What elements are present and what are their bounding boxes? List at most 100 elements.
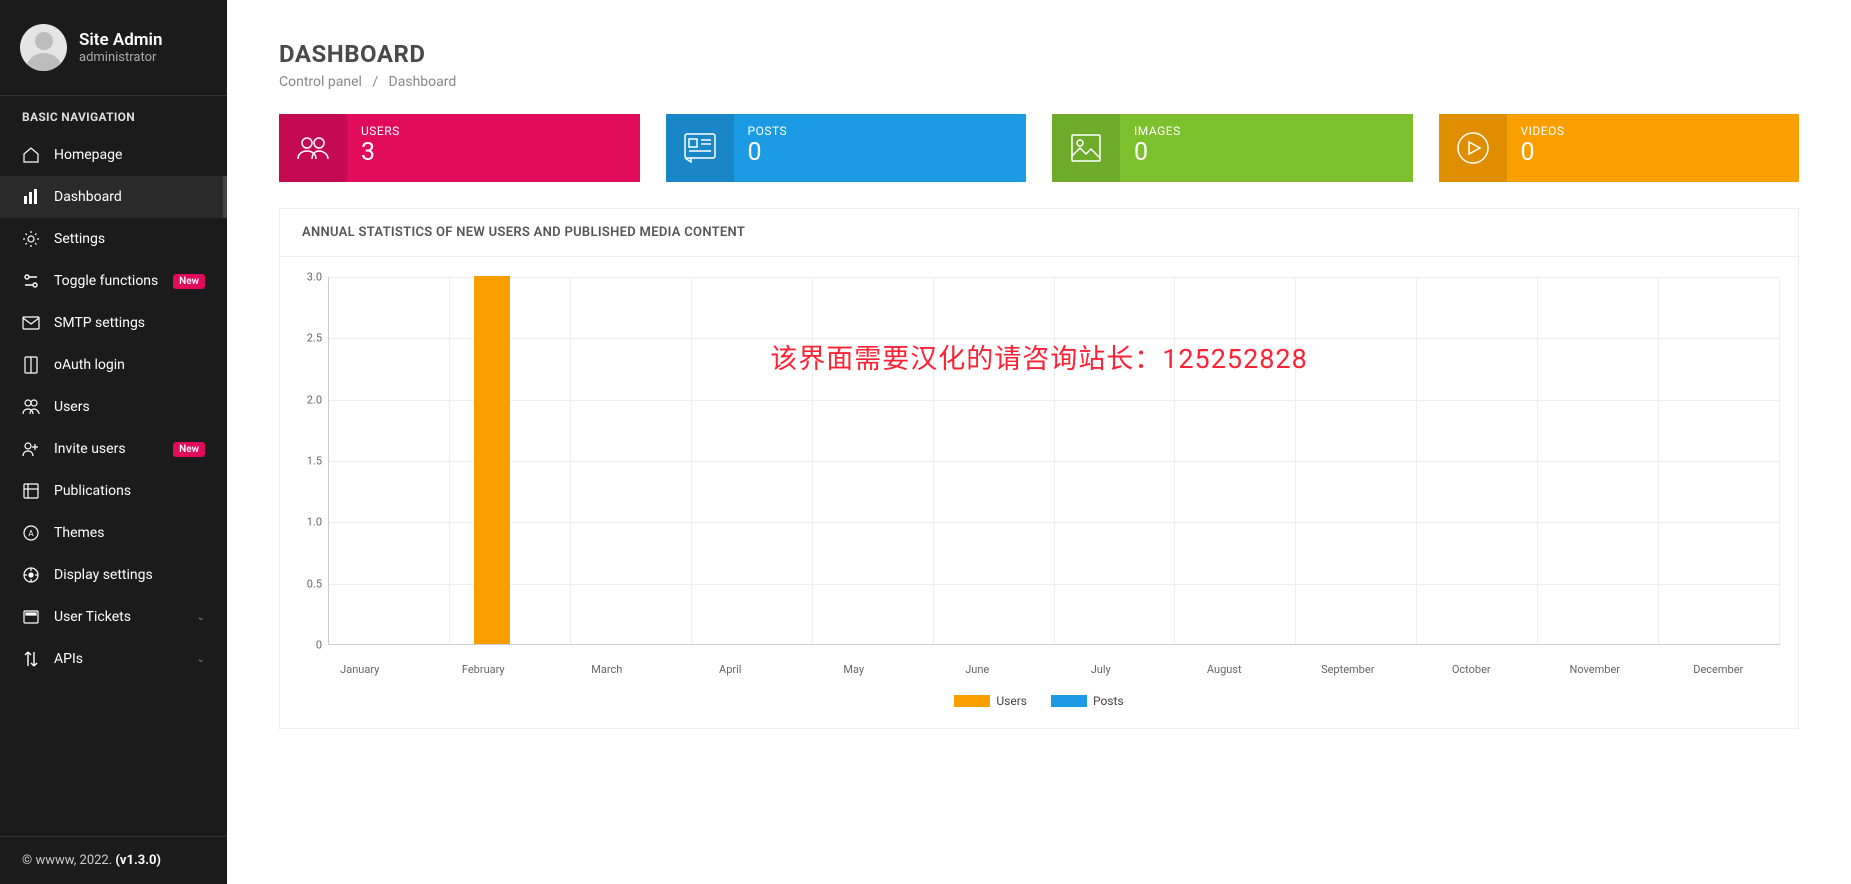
month-col bbox=[813, 277, 934, 644]
stats-row: USERS3 POSTS0 IMAGES0 VIDEOS0 bbox=[279, 114, 1799, 182]
nav-label: Toggle functions bbox=[54, 273, 159, 289]
x-label: January bbox=[298, 657, 422, 676]
x-label: December bbox=[1657, 657, 1781, 676]
users-icon bbox=[279, 114, 347, 182]
month-col bbox=[934, 277, 1055, 644]
main-content: DASHBOARD Control panel / Dashboard USER… bbox=[227, 0, 1851, 884]
nav-label: APIs bbox=[54, 651, 183, 667]
stat-users-value: 3 bbox=[361, 138, 626, 168]
nav-scroll[interactable]: Homepage Dashboard Settings Toggle function… bbox=[0, 134, 227, 836]
breadcrumb-current: Dashboard bbox=[389, 74, 457, 90]
videos-icon bbox=[1439, 114, 1507, 182]
sidebar-item-toggle-functions[interactable]: Toggle functionsNew bbox=[0, 260, 227, 302]
posts-icon bbox=[666, 114, 734, 182]
panel-title: ANNUAL STATISTICS OF NEW USERS AND PUBLI… bbox=[280, 209, 1798, 257]
month-col bbox=[329, 277, 450, 644]
x-label: March bbox=[545, 657, 669, 676]
y-tick: 3.0 bbox=[307, 271, 322, 284]
chart-panel: ANNUAL STATISTICS OF NEW USERS AND PUBLI… bbox=[279, 208, 1799, 729]
x-label: October bbox=[1410, 657, 1534, 676]
sidebar-item-oauth-login[interactable]: oAuth login bbox=[0, 344, 227, 386]
stat-card-images[interactable]: IMAGES0 bbox=[1052, 114, 1413, 182]
nav-label: Publications bbox=[54, 483, 205, 499]
y-tick: 2.5 bbox=[307, 332, 322, 345]
stat-card-posts[interactable]: POSTS0 bbox=[666, 114, 1027, 182]
stat-card-videos[interactable]: VIDEOS0 bbox=[1439, 114, 1800, 182]
footer-copyright: © wwww, 2022. bbox=[22, 853, 115, 868]
nav-label: Users bbox=[54, 399, 205, 415]
breadcrumb-control-panel[interactable]: Control panel bbox=[279, 74, 362, 90]
nav-label: SMTP settings bbox=[54, 315, 205, 331]
nav-badge: New bbox=[173, 442, 205, 457]
month-col bbox=[450, 277, 571, 644]
x-label: July bbox=[1039, 657, 1163, 676]
profile-block[interactable]: Site Admin administrator bbox=[0, 0, 227, 96]
legend-users[interactable]: Users bbox=[954, 694, 1027, 708]
profile-name: Site Admin bbox=[79, 30, 162, 50]
nav-label: Display settings bbox=[54, 567, 205, 583]
stat-posts-value: 0 bbox=[748, 138, 1013, 168]
sidebar-item-user-tickets[interactable]: User Tickets ⌄ bbox=[0, 596, 227, 638]
stat-users-label: USERS bbox=[361, 124, 626, 138]
month-col bbox=[692, 277, 813, 644]
stat-videos-value: 0 bbox=[1521, 138, 1786, 168]
x-label: September bbox=[1286, 657, 1410, 676]
svg-text:A: A bbox=[28, 529, 34, 538]
chevron-down-icon: ⌄ bbox=[197, 612, 205, 623]
nav-heading: BASIC NAVIGATION bbox=[0, 96, 227, 134]
breadcrumb-sep: / bbox=[372, 74, 378, 90]
stat-images-value: 0 bbox=[1134, 138, 1399, 168]
images-icon bbox=[1052, 114, 1120, 182]
nav-label: Invite users bbox=[54, 441, 159, 457]
sidebar-item-dashboard[interactable]: Dashboard bbox=[0, 176, 227, 218]
chevron-down-icon: ⌄ bbox=[197, 654, 205, 665]
nav-label: Settings bbox=[54, 231, 205, 247]
x-label: April bbox=[669, 657, 793, 676]
month-col bbox=[1296, 277, 1417, 644]
profile-role: administrator bbox=[79, 50, 162, 65]
y-tick: 0 bbox=[316, 639, 322, 652]
footer-version: (v1.3.0) bbox=[115, 853, 161, 868]
watermark-text: 该界面需要汉化的请咨询站长：125252828 bbox=[770, 337, 1308, 376]
x-label: February bbox=[422, 657, 546, 676]
x-label: May bbox=[792, 657, 916, 676]
sidebar-item-invite-users[interactable]: Invite users New bbox=[0, 428, 227, 470]
footer: © wwww, 2022. (v1.3.0) bbox=[0, 836, 227, 884]
y-tick: 1.0 bbox=[307, 516, 322, 529]
stat-posts-label: POSTS bbox=[748, 124, 1013, 138]
sidebar-item-display-settings[interactable]: Display settings bbox=[0, 554, 227, 596]
bar-users[interactable] bbox=[474, 276, 510, 644]
x-label: August bbox=[1163, 657, 1287, 676]
stat-images-label: IMAGES bbox=[1134, 124, 1399, 138]
month-col bbox=[1417, 277, 1538, 644]
month-col bbox=[1175, 277, 1296, 644]
sidebar-item-homepage[interactable]: Homepage bbox=[0, 134, 227, 176]
page-title: DASHBOARD bbox=[279, 40, 1799, 68]
breadcrumb: Control panel / Dashboard bbox=[279, 74, 1799, 90]
month-col bbox=[1538, 277, 1659, 644]
stat-card-users[interactable]: USERS3 bbox=[279, 114, 640, 182]
sidebar-item-users[interactable]: Users bbox=[0, 386, 227, 428]
nav-label: Dashboard bbox=[54, 189, 201, 205]
sidebar-item-publications[interactable]: Publications bbox=[0, 470, 227, 512]
month-col bbox=[571, 277, 692, 644]
sidebar: Site Admin administrator BASIC NAVIGATIO… bbox=[0, 0, 227, 884]
x-label: November bbox=[1533, 657, 1657, 676]
avatar bbox=[20, 24, 67, 71]
sidebar-item-smtp-settings[interactable]: SMTP settings bbox=[0, 302, 227, 344]
stat-videos-label: VIDEOS bbox=[1521, 124, 1786, 138]
x-label: June bbox=[916, 657, 1040, 676]
y-tick: 0.5 bbox=[307, 577, 322, 590]
chart-legend: Users Posts bbox=[298, 694, 1780, 708]
y-tick: 2.0 bbox=[307, 393, 322, 406]
nav-label: User Tickets bbox=[54, 609, 183, 625]
chart: 00.51.01.52.02.53.0 bbox=[328, 277, 1780, 657]
nav-label: Themes bbox=[54, 525, 205, 541]
sidebar-item-apis[interactable]: APIs ⌄ bbox=[0, 638, 227, 680]
sidebar-item-settings[interactable]: Settings bbox=[0, 218, 227, 260]
y-tick: 1.5 bbox=[307, 455, 322, 468]
sidebar-item-themes[interactable]: A Themes bbox=[0, 512, 227, 554]
nav-label: Homepage bbox=[54, 147, 205, 163]
month-col bbox=[1055, 277, 1176, 644]
legend-posts[interactable]: Posts bbox=[1051, 694, 1124, 708]
